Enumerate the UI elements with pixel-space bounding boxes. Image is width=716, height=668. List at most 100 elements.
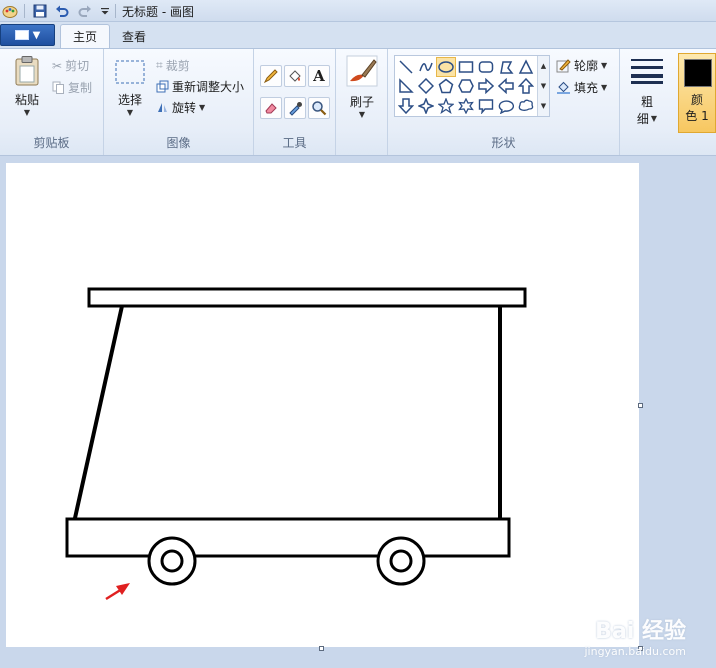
chevron-down-icon: ▼ [126, 108, 134, 117]
rectangular-callout-shape-icon[interactable] [476, 96, 496, 116]
ribbon: 粘贴 ▼ ✂ 剪切 复制 剪贴板 选择 ▼ ⌗ 裁剪 重新调整大小 旋转 ▼ 图… [0, 48, 716, 156]
magnifier-button[interactable] [308, 97, 330, 119]
tools-group: A 工具 [254, 49, 336, 155]
oval-callout-shape-icon[interactable] [496, 96, 516, 116]
down-arrow-shape-icon[interactable] [396, 96, 416, 116]
cart-roof [87, 287, 527, 308]
clipboard-group-label: 剪贴板 [33, 136, 70, 150]
tab-home-label: 主页 [73, 30, 98, 44]
title-bar: 无标题 - 画图 [0, 0, 716, 22]
shapes-group: ▲ ▼ ▼ 轮廓 ▼ 填充 ▼ 形状 [388, 49, 620, 155]
eraser-button[interactable] [260, 97, 282, 119]
copy-label: 复制 [68, 81, 93, 95]
canvas-drawing [65, 287, 527, 601]
clipboard-icon [13, 55, 41, 87]
undo-icon[interactable] [54, 3, 70, 19]
magnifier-icon [311, 100, 327, 116]
paint-menu-button[interactable]: ▼ [0, 24, 55, 46]
drawing-canvas[interactable] [6, 163, 639, 647]
diamond-shape-icon[interactable] [416, 76, 436, 96]
right-triangle-shape-icon[interactable] [396, 76, 416, 96]
cart-wheel-right-hub [389, 549, 413, 573]
triangle-shape-icon[interactable] [516, 57, 536, 77]
line-thickness-icon [630, 57, 664, 85]
right-arrow-shape-icon[interactable] [476, 76, 496, 96]
copy-button[interactable]: 复制 [52, 79, 92, 96]
cart-left-pole [73, 305, 124, 519]
watermark: Bai 经验 jingyan.baidu.com [584, 613, 686, 658]
scroll-up-icon[interactable]: ▲ [541, 62, 546, 70]
brushes-group: 刷子 ▼ [336, 49, 388, 155]
rotate-button[interactable]: 旋转 ▼ [156, 99, 205, 116]
image-group: 选择 ▼ ⌗ 裁剪 重新调整大小 旋转 ▼ 图像 [104, 49, 254, 155]
pencil-icon [263, 68, 279, 84]
chevron-down-icon: ▼ [23, 108, 31, 117]
chevron-down-icon: ▼ [650, 114, 658, 123]
line-shape-icon[interactable] [396, 57, 416, 77]
outline-button[interactable]: 轮廓 ▼ [556, 57, 607, 74]
rectangle-shape-icon[interactable] [456, 57, 476, 77]
cloud-callout-shape-icon[interactable] [516, 96, 536, 116]
four-point-star-shape-icon[interactable] [416, 96, 436, 116]
hexagon-shape-icon[interactable] [456, 76, 476, 96]
pentagon-shape-icon[interactable] [436, 76, 456, 96]
rotate-label: 旋转 [172, 101, 197, 115]
size-label-line1: 粗 [640, 95, 653, 109]
text-tool-button[interactable]: A [308, 65, 330, 87]
shapes-gallery-scrollbar[interactable]: ▲ ▼ ▼ [537, 56, 549, 116]
five-point-star-shape-icon[interactable] [436, 96, 456, 116]
document-icon [14, 30, 29, 40]
tab-view[interactable]: 查看 [110, 24, 158, 48]
six-point-star-shape-icon[interactable] [456, 96, 476, 116]
canvas-resize-handle-bottom[interactable] [319, 646, 324, 651]
oval-shape-icon[interactable] [436, 57, 456, 77]
tab-home[interactable]: 主页 [60, 24, 111, 48]
redo-icon[interactable] [77, 3, 93, 19]
canvas-workspace: Bai 经验 jingyan.baidu.com [0, 157, 716, 668]
save-icon[interactable] [32, 3, 48, 19]
cart-base [65, 517, 511, 558]
color-1-button[interactable]: 颜 色 1 [678, 53, 716, 133]
brushes-label: 刷子 [349, 95, 374, 109]
brushes-button[interactable]: 刷子 ▼ [342, 55, 382, 119]
paste-button[interactable]: 粘贴 ▼ [8, 55, 46, 117]
pencil-button[interactable] [260, 65, 282, 87]
image-group-label: 图像 [166, 136, 191, 150]
resize-icon [156, 80, 169, 93]
paste-label: 粘贴 [14, 93, 39, 107]
polygon-shape-icon[interactable] [496, 57, 516, 77]
fill-button[interactable]: 填充 ▼ [556, 79, 607, 96]
left-arrow-shape-icon[interactable] [496, 76, 516, 96]
color-1-label-line2: 色 1 [685, 109, 709, 123]
customize-toolbar-chevron-icon[interactable] [97, 3, 113, 19]
size-button[interactable]: 粗 细 ▼ [628, 57, 666, 127]
tab-view-label: 查看 [122, 29, 147, 44]
cut-button[interactable]: ✂ 剪切 [52, 57, 89, 74]
fill-bucket-icon [556, 80, 571, 95]
fill-bucket-button[interactable] [284, 65, 306, 87]
cut-label: 剪切 [65, 59, 90, 73]
chevron-down-icon: ▼ [601, 61, 608, 70]
resize-button[interactable]: 重新调整大小 [156, 78, 244, 95]
watermark-url: jingyan.baidu.com [584, 645, 686, 658]
curve-shape-icon[interactable] [416, 57, 436, 77]
canvas-resize-handle-right[interactable] [638, 403, 643, 408]
fill-label: 填充 [574, 81, 599, 95]
select-button[interactable]: 选择 ▼ [112, 59, 148, 117]
cart-wheel-left-hub [160, 549, 184, 573]
rounded-rectangle-shape-icon[interactable] [476, 57, 496, 77]
eraser-icon [263, 100, 279, 116]
quick-access-divider [115, 4, 116, 18]
copy-icon [52, 81, 65, 94]
tools-group-label: 工具 [282, 136, 307, 150]
color-picker-button[interactable] [284, 97, 306, 119]
text-a-icon: A [313, 67, 325, 85]
gallery-expand-icon[interactable]: ▼ [541, 102, 546, 110]
up-arrow-shape-icon[interactable] [516, 76, 536, 96]
scroll-down-icon[interactable]: ▼ [541, 82, 546, 90]
shapes-gallery: ▲ ▼ ▼ [394, 55, 550, 117]
crop-button[interactable]: ⌗ 裁剪 [156, 57, 190, 74]
paint-app-icon[interactable] [2, 3, 18, 19]
window-title: 无标题 - 画图 [122, 5, 194, 19]
outline-label: 轮廓 [574, 59, 599, 73]
